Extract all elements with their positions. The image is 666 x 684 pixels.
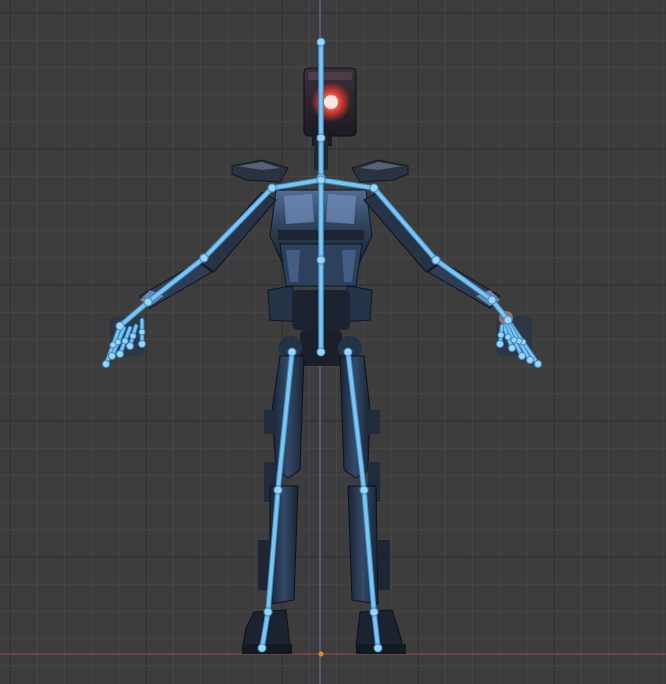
joint-shin-left-head[interactable]: [273, 485, 283, 495]
joint-finger-left-1-tip[interactable]: [108, 352, 116, 360]
joint-finger-left-2-mid[interactable]: [121, 337, 129, 345]
joint-finger-right-3-mid[interactable]: [504, 333, 512, 341]
joint-finger-right-2-mid[interactable]: [510, 336, 518, 344]
origin-marker[interactable]: [318, 651, 324, 657]
joint-spine-lower-tail[interactable]: [316, 347, 326, 357]
joint-forearm-right-head[interactable]: [431, 255, 441, 265]
joint-hand-left-tail[interactable]: [115, 321, 125, 331]
armature-overlay[interactable]: [102, 37, 542, 653]
joint-finger-right-4-mid[interactable]: [497, 331, 505, 339]
joint-spine-head-head[interactable]: [316, 37, 326, 47]
joint-finger-left-4-mid[interactable]: [138, 328, 146, 336]
joint-shin-right-head[interactable]: [359, 485, 369, 495]
joint-foot-left-head[interactable]: [263, 607, 273, 617]
bone-upper-arm-left[interactable]: [202, 186, 274, 260]
robot-shoulder-left[interactable]: [231, 159, 289, 183]
joint-spine-lower-head[interactable]: [316, 255, 326, 265]
joint-finger-right-4-tip[interactable]: [496, 340, 504, 348]
joint-finger-left-4-tip[interactable]: [138, 340, 146, 348]
joint-hand-right-head[interactable]: [487, 295, 497, 305]
joint-finger-right-2-tip[interactable]: [518, 352, 526, 360]
joint-finger-left-2-tip[interactable]: [116, 350, 124, 358]
joint-finger-right-0-tip[interactable]: [534, 360, 542, 368]
robot-shoulder-right[interactable]: [351, 159, 409, 183]
joint-hand-left-head[interactable]: [143, 297, 153, 307]
3d-viewport[interactable]: [0, 0, 666, 684]
joint-foot-right-head[interactable]: [369, 607, 379, 617]
robot-leg-left[interactable]: [241, 355, 305, 654]
joint-thigh-left-head[interactable]: [287, 347, 297, 357]
joint-finger-left-1-mid[interactable]: [114, 338, 122, 346]
joint-upper-arm-left-head[interactable]: [267, 183, 277, 193]
joint-clavicle-right-head[interactable]: [316, 175, 326, 185]
joint-foot-left-tail[interactable]: [257, 643, 267, 653]
joint-finger-left-3-mid[interactable]: [129, 332, 137, 340]
joint-foot-right-tail[interactable]: [373, 643, 383, 653]
joint-upper-arm-right-head[interactable]: [369, 183, 379, 193]
joint-finger-right-3-tip[interactable]: [508, 344, 516, 352]
viewport-canvas[interactable]: [0, 0, 666, 684]
joint-thigh-right-head[interactable]: [343, 347, 353, 357]
joint-finger-right-1-tip[interactable]: [526, 356, 534, 364]
joint-hand-right-tail[interactable]: [503, 315, 513, 325]
joint-finger-left-0-tip[interactable]: [102, 360, 110, 368]
bone-upper-arm-right[interactable]: [372, 186, 438, 262]
joint-finger-left-3-tip[interactable]: [126, 342, 134, 350]
robot-head[interactable]: [303, 67, 357, 146]
joint-spine-neck-head[interactable]: [316, 133, 326, 143]
joint-forearm-left-head[interactable]: [199, 253, 209, 263]
